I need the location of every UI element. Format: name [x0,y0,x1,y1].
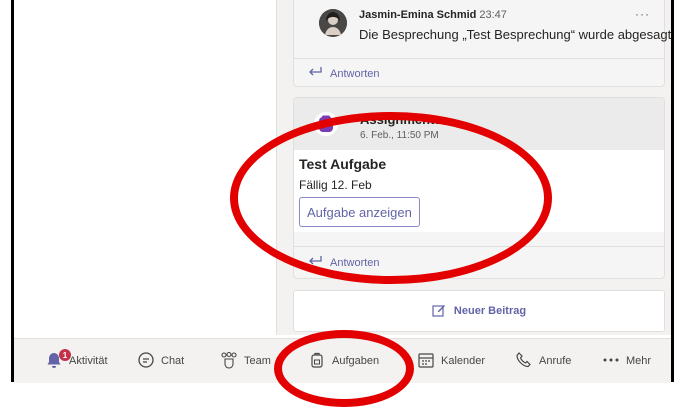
author-name: Jasmin-Emina Schmid [359,9,477,21]
reply-arrow-icon [308,255,322,270]
divider [294,58,664,59]
nav-item-chat[interactable]: Chat [137,339,184,383]
teams-icon [220,351,238,372]
avatar[interactable] [319,9,347,37]
notification-badge: 1 [59,349,71,361]
nav-item-assignments[interactable]: Aufgaben [308,339,379,383]
nav-item-activity[interactable]: 1 Aktivität [45,339,108,383]
post-message: Die Besprechung „Test Besprechung“ wurde… [359,27,672,42]
nav-label: Team [244,355,271,367]
compose-icon [432,303,446,320]
divider [294,246,664,247]
reply-button[interactable]: Antworten [308,255,380,270]
left-pane [14,0,277,335]
app-date: 6. Feb., 11:50 PM [360,130,439,141]
nav-label: Chat [161,355,185,367]
nav-label: Kalender [441,355,486,367]
assignment-header: Assignments 6. Feb., 11:50 PM [294,98,664,150]
channel-feed: Jasmin-Emina Schmid 23:47 ··· Die Besprec… [277,0,671,335]
nav-label: Mehr [626,355,652,367]
assignments-app-icon [314,112,338,136]
reply-arrow-icon [308,66,322,81]
assignment-title: Test Aufgabe [299,156,387,172]
nav-label: Aufgaben [332,355,380,367]
bottom-navigation: 1 Aktivität Chat Team Aufgaben Kalender … [14,338,671,383]
reply-label: Antworten [330,256,380,269]
nav-item-teams[interactable]: Team [220,339,271,383]
phone-icon [515,351,533,372]
app-frame: Jasmin-Emina Schmid 23:47 ··· Die Besprec… [11,0,674,383]
nav-item-calendar[interactable]: Kalender [417,339,485,383]
chat-icon [137,351,155,372]
assignment-card: Test Aufgabe Fällig 12. Feb Aufgabe anze… [294,150,664,232]
more-options-icon[interactable]: ··· [635,7,650,21]
reply-label: Antworten [330,67,380,80]
calendar-icon [417,351,435,372]
nav-label: Aktivität [69,355,108,367]
nav-item-calls[interactable]: Anrufe [515,339,571,383]
nav-item-more[interactable]: Mehr [602,339,651,383]
post-author: Jasmin-Emina Schmid 23:47 [359,9,507,21]
app-name: Assignments [360,112,442,127]
reply-button[interactable]: Antworten [308,66,380,81]
assignment-due-date: Fällig 12. Feb [299,178,372,192]
new-post-button[interactable]: Neuer Beitrag [293,290,665,332]
new-post-label: Neuer Beitrag [453,305,527,317]
assignments-icon [308,351,326,372]
post-card-assignment: Assignments 6. Feb., 11:50 PM Test Aufga… [293,97,665,279]
nav-label: Anrufe [539,355,572,367]
post-time: 23:47 [479,9,507,21]
more-icon [602,351,620,372]
view-assignment-button[interactable]: Aufgabe anzeigen [299,197,420,227]
post-card-meeting-cancelled: Jasmin-Emina Schmid 23:47 ··· Die Besprec… [293,0,671,87]
